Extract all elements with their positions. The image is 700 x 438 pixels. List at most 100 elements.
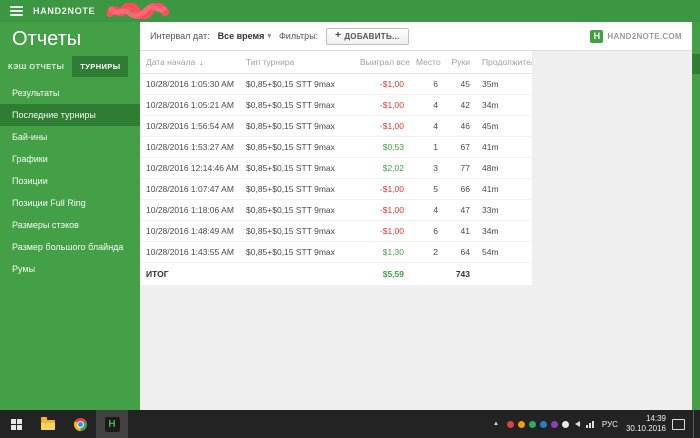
tray-app-icon[interactable] [518, 421, 525, 428]
hand2note-taskbar-button[interactable]: H [96, 410, 128, 438]
tournament-hands: 66 [444, 179, 476, 200]
tab-tournaments[interactable]: ТУРНИРЫ [72, 56, 128, 77]
chrome-icon [74, 418, 87, 431]
tray-app-icon[interactable] [529, 421, 536, 428]
hand2note-logo-icon: H [590, 30, 603, 43]
sidebar-item[interactable]: Бай-ины [0, 126, 140, 148]
tournament-won: -$1,00 [354, 74, 410, 95]
tournament-duration: 34m [476, 95, 532, 116]
scrollbar-thumb[interactable] [692, 54, 700, 74]
taskbar-clock[interactable]: 14:39 30.10.2016 [626, 414, 666, 434]
table-row[interactable]: 10/28/2016 1:56:54 AM$0,85+$0,15 STT 9ma… [140, 116, 532, 137]
app-title: HAND2NOTE [33, 6, 95, 16]
tray-app-icon[interactable] [562, 421, 569, 428]
main-area: Отчеты КЭШ ОТЧЕТЫ ТУРНИРЫ РезультатыПосл… [0, 22, 700, 410]
total-won: $5,59 [354, 263, 410, 286]
tournament-place: 4 [410, 95, 444, 116]
sidebar: РезультатыПоследние турнирыБай-иныГрафик… [0, 82, 140, 280]
tournament-won: $2,02 [354, 158, 410, 179]
table-row[interactable]: 10/28/2016 12:14:46 AM$0,85+$0,15 STT 9m… [140, 158, 532, 179]
tournament-duration: 54m [476, 242, 532, 263]
add-filter-button[interactable]: + ДОБАВИТЬ... [326, 28, 408, 45]
tournament-hands: 46 [444, 116, 476, 137]
tournament-date: 10/28/2016 1:05:21 AM [140, 95, 240, 116]
table-row[interactable]: 10/28/2016 1:43:55 AM$0,85+$0,15 STT 9ma… [140, 242, 532, 263]
tournament-type: $0,85+$0,15 STT 9max [240, 158, 354, 179]
col-header-won[interactable]: Выиграл всего [354, 51, 410, 74]
tournament-duration: 48m [476, 158, 532, 179]
tournament-date: 10/28/2016 1:05:30 AM [140, 74, 240, 95]
sidebar-item[interactable]: Размер большого блайнда [0, 236, 140, 258]
table-row[interactable]: 10/28/2016 1:05:21 AM$0,85+$0,15 STT 9ma… [140, 95, 532, 116]
table-row[interactable]: 10/28/2016 1:48:49 AM$0,85+$0,15 STT 9ma… [140, 221, 532, 242]
tray-app-icon[interactable] [540, 421, 547, 428]
hand2note-logo: H HAND2NOTE.COM [590, 30, 682, 43]
tournament-date: 10/28/2016 1:43:55 AM [140, 242, 240, 263]
taskbar: H ▲ РУС 14:39 30.10.2016 [0, 410, 700, 438]
sidebar-item[interactable]: Румы [0, 258, 140, 280]
table-row[interactable]: 10/28/2016 1:05:30 AM$0,85+$0,15 STT 9ma… [140, 74, 532, 95]
tournament-place: 1 [410, 137, 444, 158]
language-indicator[interactable]: РУС [600, 420, 620, 429]
sidebar-item[interactable]: Размеры стэков [0, 214, 140, 236]
show-desktop-button[interactable] [693, 410, 698, 438]
tournament-hands: 42 [444, 95, 476, 116]
col-header-duration[interactable]: Продолжительность [476, 51, 532, 74]
table-header-row: Дата начала↓ Тип турнира Выиграл всего М… [140, 51, 532, 74]
date-interval-value: Все время [218, 31, 265, 41]
windows-logo-icon [11, 419, 22, 430]
tournament-duration: 33m [476, 200, 532, 221]
tray-expand-icon[interactable]: ▲ [491, 421, 501, 427]
date-interval-dropdown[interactable]: Все время ▾ [218, 31, 271, 41]
tournament-hands: 45 [444, 74, 476, 95]
tournament-duration: 45m [476, 116, 532, 137]
tournament-duration: 34m [476, 221, 532, 242]
tournament-place: 3 [410, 158, 444, 179]
plus-icon: + [335, 32, 341, 40]
system-tray: ▲ РУС 14:39 30.10.2016 [491, 410, 700, 438]
tournament-date: 10/28/2016 1:18:06 AM [140, 200, 240, 221]
toolbar: Интервал дат: Все время ▾ Фильтры: + ДОБ… [140, 22, 692, 51]
tray-app-icon[interactable] [507, 421, 514, 428]
sidebar-item[interactable]: Позиции Full Ring [0, 192, 140, 214]
tournament-type: $0,85+$0,15 STT 9max [240, 137, 354, 158]
volume-icon[interactable] [575, 421, 580, 427]
right-edge-strip [692, 22, 700, 410]
sidebar-item[interactable]: Последние турниры [0, 104, 140, 126]
tournament-hands: 77 [444, 158, 476, 179]
chrome-button[interactable] [64, 410, 96, 438]
page-title: Отчеты [0, 22, 140, 56]
col-header-date[interactable]: Дата начала↓ [140, 51, 240, 74]
col-header-place[interactable]: Место [410, 51, 444, 74]
tournament-won: -$1,00 [354, 221, 410, 242]
file-explorer-button[interactable] [32, 410, 64, 438]
tray-app-icons [507, 421, 569, 428]
tournament-hands: 67 [444, 137, 476, 158]
tournament-place: 4 [410, 200, 444, 221]
tournament-won: $1,30 [354, 242, 410, 263]
col-header-type[interactable]: Тип турнира [240, 51, 354, 74]
date-interval-label: Интервал дат: [150, 31, 210, 41]
tournament-date: 10/28/2016 1:07:47 AM [140, 179, 240, 200]
table-area: Дата начала↓ Тип турнира Выиграл всего М… [140, 51, 692, 410]
table-row[interactable]: 10/28/2016 1:07:47 AM$0,85+$0,15 STT 9ma… [140, 179, 532, 200]
tournament-type: $0,85+$0,15 STT 9max [240, 200, 354, 221]
network-icon[interactable] [586, 421, 594, 428]
menu-icon[interactable] [10, 6, 23, 16]
start-button[interactable] [0, 410, 32, 438]
tab-cash-reports[interactable]: КЭШ ОТЧЕТЫ [0, 56, 72, 77]
tournament-type: $0,85+$0,15 STT 9max [240, 242, 354, 263]
sidebar-item[interactable]: Графики [0, 148, 140, 170]
table-row[interactable]: 10/28/2016 1:53:27 AM$0,85+$0,15 STT 9ma… [140, 137, 532, 158]
action-center-icon[interactable] [672, 419, 685, 430]
app-window: HAND2NOTE Отчеты КЭШ ОТЧЕТЫ ТУРНИРЫ Резу… [0, 0, 700, 438]
tray-app-icon[interactable] [551, 421, 558, 428]
sidebar-item[interactable]: Позиции [0, 170, 140, 192]
sidebar-item[interactable]: Результаты [0, 82, 140, 104]
tournament-type: $0,85+$0,15 STT 9max [240, 221, 354, 242]
tournament-date: 10/28/2016 1:56:54 AM [140, 116, 240, 137]
col-header-hands[interactable]: Руки [444, 51, 476, 74]
table-row[interactable]: 10/28/2016 1:18:06 AM$0,85+$0,15 STT 9ma… [140, 200, 532, 221]
tournament-place: 6 [410, 74, 444, 95]
total-row: ИТОГ $5,59 743 [140, 263, 532, 286]
